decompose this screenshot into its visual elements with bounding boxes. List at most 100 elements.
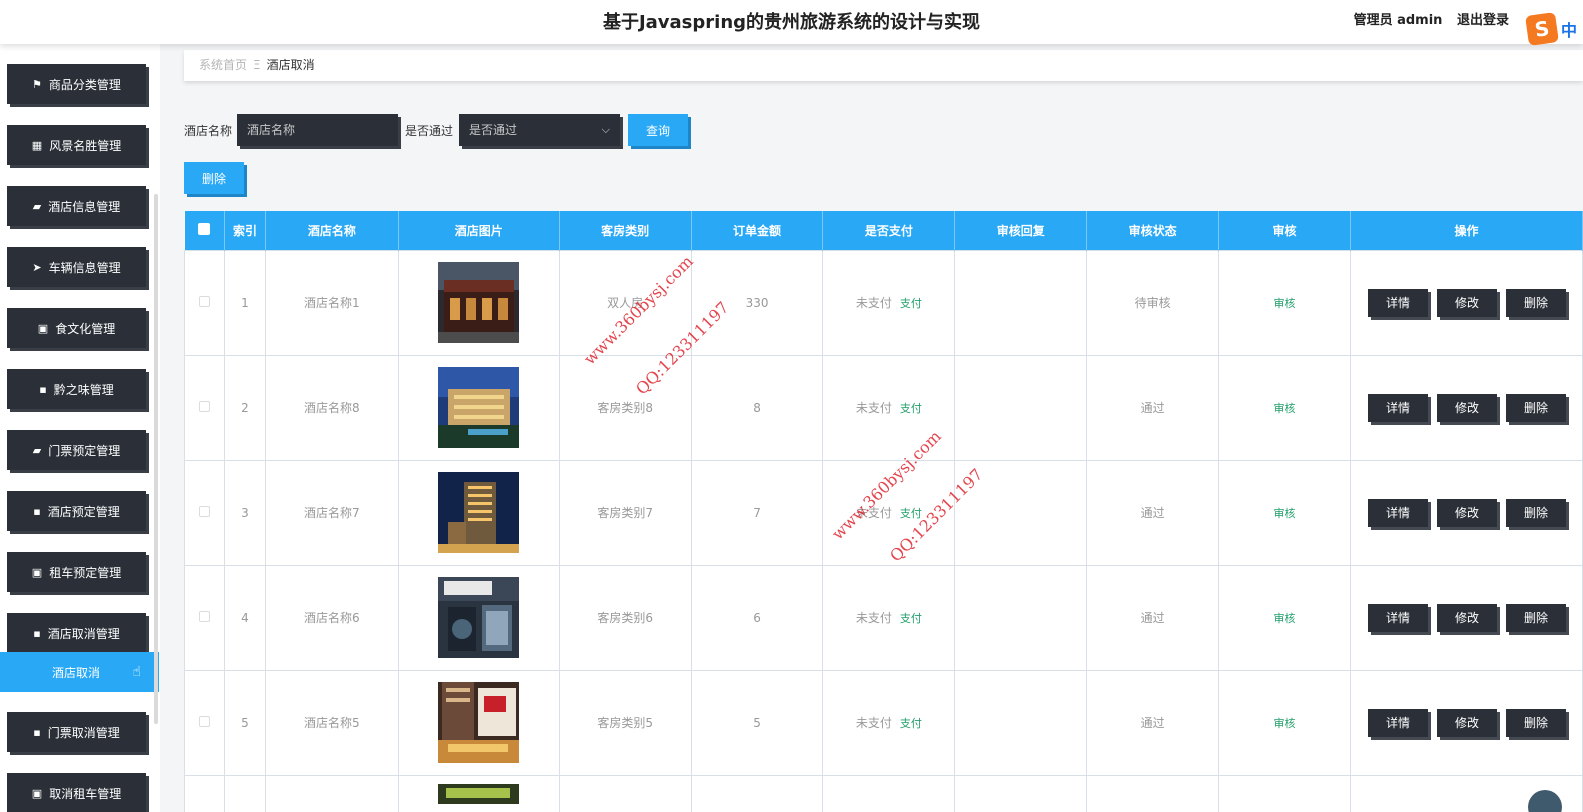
- clipboard-icon: ▣: [37, 321, 49, 335]
- col-paid: 是否支付: [822, 211, 956, 250]
- sogou-logo-icon: S: [1525, 12, 1559, 46]
- detail-button[interactable]: 详情: [1367, 708, 1428, 737]
- sidebar-item-vehicle-info[interactable]: ➤ 车辆信息管理: [7, 247, 146, 287]
- cell-amount: 8: [690, 354, 824, 461]
- pay-link[interactable]: 支付: [900, 402, 922, 415]
- pay-link[interactable]: 支付: [900, 297, 922, 310]
- sidebar-item-guizhou-taste[interactable]: ▪ 黔之味管理: [7, 369, 146, 409]
- delete-button[interactable]: 删除: [1505, 498, 1566, 527]
- delete-button[interactable]: 删除: [1505, 603, 1566, 632]
- delete-button[interactable]: 删除: [1505, 288, 1566, 317]
- chevron-down-icon: ⌵: [601, 123, 610, 136]
- cell-amount: 330: [690, 249, 824, 356]
- hotel-name-input[interactable]: [237, 114, 398, 146]
- review-link[interactable]: 审核: [1274, 297, 1296, 310]
- breadcrumb-home[interactable]: 系统首页: [199, 58, 247, 72]
- sidebar-item-hotel-booking[interactable]: ▪ 酒店预定管理: [7, 491, 146, 531]
- sidebar-item-label: 酒店取消管理: [47, 626, 120, 641]
- edit-button[interactable]: 修改: [1436, 288, 1497, 317]
- cell-hotel-name: 酒店名称6: [264, 564, 399, 671]
- cell-room-type: 客房类别6: [558, 564, 692, 671]
- cell-paid: 未支付: [855, 296, 892, 310]
- review-link[interactable]: 审核: [1274, 717, 1296, 730]
- pass-label: 是否通过: [405, 124, 454, 138]
- review-link[interactable]: 审核: [1274, 507, 1296, 520]
- cell-paid: 未支付: [855, 506, 892, 520]
- row-checkbox[interactable]: [198, 295, 210, 307]
- sidebar-item-label: 门票取消管理: [47, 725, 120, 740]
- detail-button[interactable]: 详情: [1367, 498, 1428, 527]
- ime-mode-label: 中: [1561, 21, 1578, 40]
- user-area: 管理员 admin 退出登录: [1344, 9, 1509, 28]
- sidebar-item-food-culture[interactable]: ▣ 食文化管理: [7, 308, 146, 348]
- pay-link[interactable]: 支付: [900, 507, 922, 520]
- cell-index: 2: [223, 354, 266, 461]
- detail-button[interactable]: 详情: [1367, 393, 1428, 422]
- col-review-status: 审核状态: [1086, 211, 1220, 250]
- bulk-delete-button[interactable]: 删除: [184, 162, 244, 194]
- row-checkbox[interactable]: [198, 715, 210, 727]
- edit-button[interactable]: 修改: [1436, 393, 1497, 422]
- sidebar-item-label: 车辆信息管理: [48, 260, 121, 275]
- row-checkbox[interactable]: [198, 610, 210, 622]
- cell-review-status: 通过: [1086, 669, 1220, 776]
- cell-review-reply: [954, 459, 1088, 566]
- sidebar-item-label: 取消租车管理: [49, 786, 122, 801]
- cell-review-status: 通过: [1086, 354, 1220, 461]
- pay-link[interactable]: 支付: [900, 717, 922, 730]
- col-index: 索引: [224, 211, 266, 250]
- cell-index: 1: [223, 249, 266, 356]
- col-amount: 订单金额: [691, 211, 824, 250]
- ime-brand: S 中: [1523, 12, 1583, 46]
- cell-room-type: 双人房: [558, 249, 692, 356]
- table-row: 5 酒店名称5 客房类别5 5 未支付 支付 通过 审核 详情 修改 删除: [184, 669, 1583, 776]
- sidebar-item-ticket-cancel[interactable]: ▪ 门票取消管理: [7, 712, 146, 752]
- user-name: 管理员 admin: [1353, 13, 1443, 28]
- sidebar-item-label: 商品分类管理: [48, 77, 121, 92]
- row-checkbox[interactable]: [198, 400, 210, 412]
- cell-hotel-name: 酒店名称1: [264, 249, 399, 356]
- hotel-image: [438, 682, 520, 763]
- sidebar-item-product-category[interactable]: ⚑ 商品分类管理: [7, 64, 146, 104]
- pass-select-value: 是否通过: [469, 123, 518, 137]
- query-button[interactable]: 查询: [628, 114, 688, 146]
- edit-button[interactable]: 修改: [1436, 603, 1497, 632]
- cell-index: 4: [223, 564, 266, 671]
- sidebar-scrollbar[interactable]: [154, 194, 158, 724]
- briefcase-icon: ▰: [32, 199, 42, 213]
- row-checkbox[interactable]: [198, 505, 210, 517]
- pay-link[interactable]: 支付: [900, 612, 922, 625]
- sidebar-subitem-label: 酒店取消: [52, 665, 101, 680]
- cell-hotel-name: 酒店名称8: [264, 354, 399, 461]
- hotel-name-label: 酒店名称: [184, 124, 233, 138]
- col-review: 审核: [1218, 211, 1351, 250]
- hotel-cancel-table: 索引 酒店名称 酒店图片 客房类别 订单金额 是否支付 审核回复 审核状态 审核…: [184, 211, 1583, 812]
- sidebar-item-hotel-info[interactable]: ▰ 酒店信息管理: [7, 186, 146, 226]
- sidebar-subitem-hotel-cancel[interactable]: 酒店取消 ☝: [0, 652, 159, 692]
- edit-button[interactable]: 修改: [1436, 708, 1497, 737]
- table-row: 4 酒店名称6 客房类别6 6 未支付 支付 通过 审核 详情 修改 删除: [184, 564, 1583, 671]
- delete-button[interactable]: 删除: [1505, 708, 1566, 737]
- table-row: [184, 774, 1583, 812]
- review-link[interactable]: 审核: [1274, 612, 1296, 625]
- sidebar-item-hotel-cancel[interactable]: ▪ 酒店取消管理: [7, 613, 146, 653]
- edit-button[interactable]: 修改: [1436, 498, 1497, 527]
- logout-link[interactable]: 退出登录: [1457, 13, 1509, 28]
- cell-index: 3: [223, 459, 266, 566]
- delete-button[interactable]: 删除: [1505, 393, 1566, 422]
- detail-button[interactable]: 详情: [1367, 603, 1428, 632]
- sidebar-item-car-booking[interactable]: ▣ 租车预定管理: [7, 552, 146, 592]
- apps-icon: ▪: [33, 504, 41, 518]
- hotel-image: [438, 577, 520, 658]
- sidebar-item-ticket-booking[interactable]: ▰ 门票预定管理: [7, 430, 146, 470]
- pass-select[interactable]: 是否通过 ⌵: [459, 114, 620, 146]
- table-row: 2 酒店名称8 客房类别8 8 未支付 支付 通过 审核 详情 修改 删除: [184, 354, 1583, 461]
- flag-icon: ⚑: [32, 77, 42, 91]
- cell-paid: 未支付: [855, 611, 892, 625]
- sidebar-item-car-cancel[interactable]: ▣ 取消租车管理: [7, 773, 146, 812]
- detail-button[interactable]: 详情: [1367, 288, 1428, 317]
- sidebar-item-scenic[interactable]: ▦ 风景名胜管理: [7, 125, 146, 165]
- select-all-checkbox[interactable]: [198, 222, 211, 235]
- review-link[interactable]: 审核: [1274, 402, 1296, 415]
- send-icon: ➤: [32, 260, 42, 274]
